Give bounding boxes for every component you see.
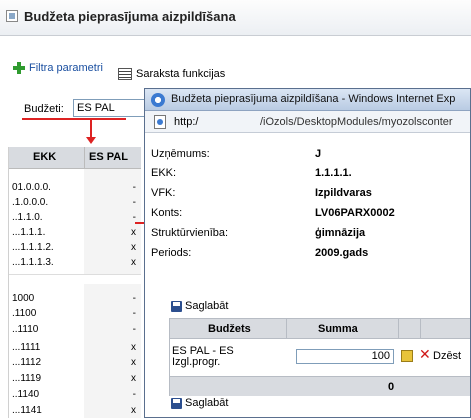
save-button-top[interactable]: Saglabāt — [171, 300, 228, 312]
row-mark[interactable]: x — [131, 373, 136, 384]
budget-label: Budžeti: — [24, 103, 64, 115]
info-row: Konts: LV06PARX0002 — [151, 207, 470, 225]
delete-icon[interactable]: ✕ — [419, 346, 431, 363]
url-path: /iOzols/DesktopModules/myozolsconter — [260, 116, 453, 128]
budget-table-header: Budžets Summa — [170, 319, 470, 339]
row-code: ...1141 — [12, 405, 42, 416]
page-title: Budžeta pieprasījuma aizpildīšana — [24, 9, 236, 24]
ekk-table-header: EKK ES PAL — [9, 147, 141, 169]
info-value: Izpildvaras — [315, 187, 372, 199]
row-mark: - — [132, 324, 136, 335]
budget-name-cont: Izgl.progr. — [172, 356, 221, 368]
column-divider — [398, 319, 399, 339]
row-mark[interactable]: x — [131, 342, 136, 353]
row-mark: - — [132, 182, 136, 193]
table-row[interactable]: ...1.1.1.3. x — [9, 254, 141, 272]
info-value: J — [315, 148, 322, 160]
row-mark[interactable]: x — [131, 227, 136, 238]
column-header-ekk: EKK — [33, 151, 57, 163]
column-divider — [420, 319, 421, 339]
row-code: ...1119 — [12, 373, 42, 384]
info-row: Uzņēmums: J — [151, 148, 470, 166]
filter-params-link[interactable]: Filtra parametri — [13, 62, 103, 74]
popup-titlebar[interactable]: Budžeta pieprasījuma aizpildīšana - Wind… — [145, 89, 470, 111]
address-bar[interactable]: http:/ /iOzols/DesktopModules/myozolscon… — [145, 111, 470, 133]
browser-icon — [151, 93, 165, 107]
row-mark[interactable]: x — [131, 257, 136, 268]
budget-table: Budžets Summa ES PAL - ES Izgl.progr. 10… — [169, 318, 470, 396]
page-icon — [6, 10, 18, 22]
info-value: LV06PARX0002 — [315, 207, 395, 219]
info-row: Periods: 2009.gads — [151, 247, 470, 265]
row-code: ...1.1.1. — [12, 227, 46, 238]
page-icon — [154, 115, 166, 129]
save-button-bottom[interactable]: Saglabāt — [171, 397, 228, 409]
column-divider — [286, 319, 287, 339]
list-functions-label: Saraksta funkcijas — [136, 68, 226, 80]
row-code: ...1112 — [12, 357, 42, 368]
row-code: .1.0.0.0. — [12, 197, 49, 208]
column-header-budget: Budžets — [208, 323, 251, 335]
table-row[interactable]: ...1141 x — [9, 402, 141, 420]
info-row: Struktūrvienība: ģimnāzija — [151, 227, 470, 245]
delete-link[interactable]: Dzēst — [433, 350, 461, 362]
row-mark[interactable]: x — [131, 405, 136, 416]
row-mark[interactable]: x — [131, 242, 136, 253]
row-code: ...1.1.1.2. — [12, 242, 54, 253]
info-label: Periods: — [151, 247, 192, 259]
info-value: ģimnāzija — [315, 227, 366, 239]
column-header-es-pal: ES PAL — [84, 147, 141, 169]
save-label: Saglabāt — [185, 300, 229, 312]
budget-table-footer: 0 — [170, 376, 470, 396]
ekk-table: EKK ES PAL 01.0.0.0. - .1.0.0.0. - ..1.1.0… — [8, 147, 141, 420]
row-mark: - — [132, 197, 136, 208]
row-code: ..1140 — [12, 389, 40, 400]
row-code: .1100 — [12, 308, 37, 319]
save-label: Saglabāt — [185, 397, 229, 409]
url-prefix: http:/ — [174, 116, 199, 128]
popup-window-title: Budžeta pieprasījuma aizpildīšana - Wind… — [171, 93, 456, 105]
info-label: VFK: — [151, 187, 176, 199]
popup-window: Budžeta pieprasījuma aizpildīšana - Wind… — [144, 88, 471, 418]
row-mark: - — [132, 308, 136, 319]
total-amount: 0 — [388, 381, 395, 393]
row-code: ..1.1.0. — [12, 212, 43, 223]
amount-input[interactable]: 100 — [296, 349, 394, 364]
column-header-amount: Summa — [318, 323, 358, 335]
info-label: EKK: — [151, 167, 177, 179]
row-code: ...1.1.1.3. — [12, 257, 54, 268]
list-icon — [118, 68, 132, 80]
row-mark[interactable]: x — [131, 357, 136, 368]
table-separator — [9, 274, 141, 284]
row-mark: - — [132, 389, 136, 400]
row-code: 01.0.0.0. — [12, 182, 51, 193]
info-value: 1.1.1.1. — [315, 167, 352, 179]
info-row: VFK: Izpildvaras — [151, 187, 470, 205]
budget-select[interactable]: ES PAL — [73, 99, 145, 117]
lookup-icon[interactable] — [401, 350, 413, 362]
filter-params-label: Filtra parametri — [29, 62, 103, 74]
info-label: Uzņēmums: — [151, 148, 210, 160]
row-code: ...1111 — [12, 342, 41, 353]
page-header: Budžeta pieprasījuma aizpildīšana — [0, 0, 471, 36]
info-value: 2009.gads — [315, 247, 369, 259]
info-label: Struktūrvienība: — [151, 227, 229, 239]
save-icon — [171, 397, 182, 409]
plus-icon — [13, 62, 25, 74]
table-row[interactable]: ..1110 - — [9, 321, 141, 339]
info-label: Konts: — [151, 207, 183, 219]
save-icon — [171, 300, 182, 312]
list-functions-button[interactable]: Saraksta funkcijas — [118, 68, 225, 80]
row-code: 1000 — [12, 293, 35, 304]
row-mark: - — [132, 293, 136, 304]
row-code: ..1110 — [12, 324, 39, 335]
highlight-underline — [22, 118, 126, 120]
annotation-arrow-down — [86, 119, 96, 144]
info-row: EKK: 1.1.1.1. — [151, 167, 470, 185]
